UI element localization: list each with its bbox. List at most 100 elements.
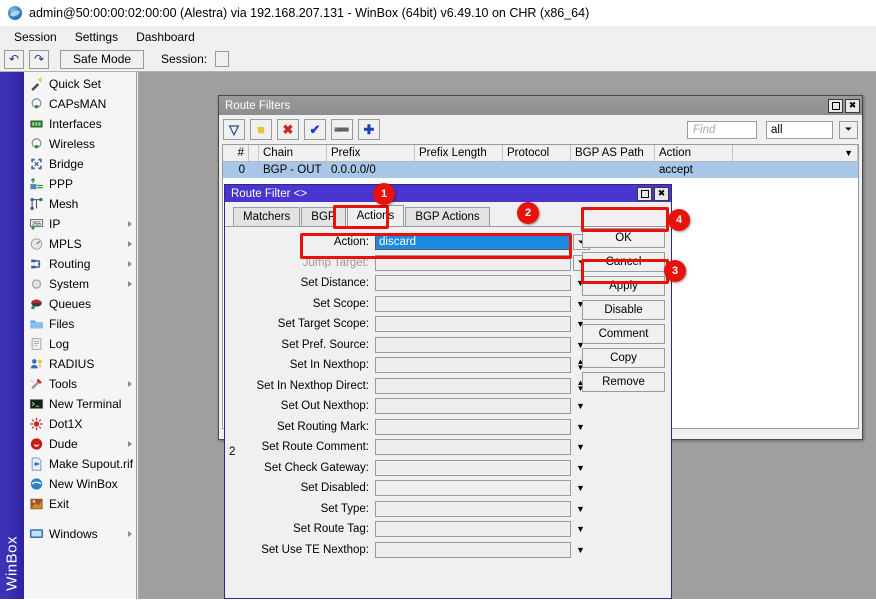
route-filters-titlebar[interactable]: Route Filters ✖ (219, 96, 862, 115)
chevron-down-icon[interactable]: ▼ (574, 439, 587, 455)
disable-button[interactable]: Disable (582, 300, 665, 320)
tab-bgp-actions[interactable]: BGP Actions (405, 207, 489, 226)
tab-actions[interactable]: Actions (347, 205, 405, 226)
close-icon[interactable]: ✖ (654, 187, 669, 201)
sidebar-item-tools[interactable]: Tools (24, 374, 136, 394)
input-set-scope[interactable] (375, 296, 571, 312)
remove-button[interactable]: ➖ (331, 119, 353, 140)
sidebar-item-queues[interactable]: Queues (24, 294, 136, 314)
chevron-down-icon[interactable]: ▼ (574, 480, 587, 496)
input-action[interactable]: discard (375, 234, 571, 250)
sidebar-item-capsman[interactable]: CAPsMAN (24, 94, 136, 114)
redo-icon[interactable]: ↷ (29, 50, 49, 69)
chevron-down-icon[interactable]: ▼ (574, 501, 587, 517)
windows-icon (29, 527, 44, 541)
input-set-in-nexthop[interactable] (375, 357, 571, 373)
comment-button[interactable]: Comment (582, 324, 665, 344)
close-icon[interactable]: ✖ (845, 99, 860, 113)
sidebar-item-windows[interactable]: Windows (24, 524, 136, 544)
menubar: Session Settings Dashboard (0, 26, 876, 47)
session-input[interactable] (215, 51, 229, 67)
sidebar-item-exit[interactable]: Exit (24, 494, 136, 514)
input-set-check-gateway[interactable] (375, 460, 571, 476)
sidebar-item-bridge[interactable]: Bridge (24, 154, 136, 174)
sidebar-item-mesh[interactable]: Mesh (24, 194, 136, 214)
chevron-down-icon[interactable]: ▼ (574, 521, 587, 537)
search-input[interactable]: Find (687, 121, 757, 139)
safe-mode-button[interactable]: Safe Mode (60, 50, 144, 69)
exit-icon (29, 497, 44, 511)
plus-icon: ✚ (364, 122, 375, 138)
cell-bgp-as-path (571, 162, 655, 178)
filter-select[interactable]: all (766, 121, 833, 139)
input-set-route-comment[interactable] (375, 439, 571, 455)
sidebar-item-dot1x[interactable]: Dot1X (24, 414, 136, 434)
input-jump-target[interactable] (375, 255, 571, 271)
sidebar-item-dude[interactable]: Dude (24, 434, 136, 454)
route-filter-dialog-titlebar[interactable]: Route Filter <> ✖ (225, 185, 671, 202)
input-set-use-te-nexthop[interactable] (375, 542, 571, 558)
chevron-down-icon[interactable]: ▼ (574, 542, 587, 558)
cancel-button[interactable]: Cancel (582, 252, 665, 272)
sidebar-item-new-winbox[interactable]: New WinBox (24, 474, 136, 494)
sidebar-item-wireless[interactable]: Wireless (24, 134, 136, 154)
apply-button[interactable]: Apply (582, 276, 665, 296)
menu-item-dashboard[interactable]: Dashboard (128, 28, 203, 46)
disable-button[interactable]: ✖ (277, 119, 299, 140)
tab-label: Matchers (243, 211, 290, 223)
comment-button[interactable]: ■ (250, 119, 272, 140)
sidebar-item-make-supout-rif[interactable]: Make Supout.rif (24, 454, 136, 474)
sidebar-item-quick-set[interactable]: Quick Set (24, 74, 136, 94)
input-set-pref-source[interactable] (375, 337, 571, 353)
maximize-icon[interactable] (828, 99, 843, 113)
column-header-chain[interactable]: Chain (259, 145, 327, 161)
input-set-routing-mark[interactable] (375, 419, 571, 435)
table-row[interactable]: 0 BGP - OUT 0.0.0.0/0 accept (223, 162, 858, 178)
input-set-type[interactable] (375, 501, 571, 517)
enable-button[interactable]: ✔ (304, 119, 326, 140)
sidebar-item-routing[interactable]: Routing (24, 254, 136, 274)
input-set-disabled[interactable] (375, 480, 571, 496)
column-menu-icon[interactable]: ▼ (733, 145, 858, 161)
filter-button[interactable]: ▽ (223, 119, 245, 140)
undo-icon[interactable]: ↶ (4, 50, 24, 69)
input-set-distance[interactable] (375, 275, 571, 291)
input-set-target-scope[interactable] (375, 316, 571, 332)
remove-button[interactable]: Remove (582, 372, 665, 392)
copy-button[interactable]: Copy (582, 348, 665, 368)
column-header-num[interactable]: # (223, 145, 249, 161)
sidebar-item-ppp[interactable]: PPP (24, 174, 136, 194)
chevron-down-icon[interactable]: ▼ (574, 398, 587, 414)
column-header-action[interactable]: Action (655, 145, 733, 161)
field-row-set-routing-mark: Set Routing Mark:▼ (225, 417, 671, 438)
column-header-prefix[interactable]: Prefix (327, 145, 415, 161)
tab-bgp[interactable]: BGP (301, 207, 345, 226)
sidebar-item-ip[interactable]: 255IP (24, 214, 136, 234)
chevron-down-icon[interactable]: ⏷ (839, 121, 858, 139)
ok-button[interactable]: OK (582, 228, 665, 248)
sidebar-item-new-terminal[interactable]: New Terminal (24, 394, 136, 414)
input-set-route-tag[interactable] (375, 521, 571, 537)
sidebar-item-mpls[interactable]: MPLS (24, 234, 136, 254)
sidebar-item-interfaces[interactable]: Interfaces (24, 114, 136, 134)
tab-matchers[interactable]: Matchers (233, 207, 300, 226)
sidebar-item-files[interactable]: Files (24, 314, 136, 334)
sidebar-item-radius[interactable]: RADIUS (24, 354, 136, 374)
label-set-target-scope: Set Target Scope: (225, 318, 375, 330)
input-set-out-nexthop[interactable] (375, 398, 571, 414)
menu-item-settings[interactable]: Settings (67, 28, 126, 46)
add-button[interactable]: ✚ (358, 119, 380, 140)
sidebar-item-log[interactable]: Log (24, 334, 136, 354)
button-label: Comment (599, 328, 649, 340)
column-header-bgp-as-path[interactable]: BGP AS Path (571, 145, 655, 161)
sidebar-item-system[interactable]: System (24, 274, 136, 294)
chevron-down-icon[interactable]: ▼ (574, 419, 587, 435)
column-header-protocol[interactable]: Protocol (503, 145, 571, 161)
sidebar-item-label: RADIUS (49, 357, 94, 371)
column-header-prefix-length[interactable]: Prefix Length (415, 145, 503, 161)
maximize-icon[interactable] (637, 187, 652, 201)
chevron-right-icon (128, 441, 132, 447)
chevron-down-icon[interactable]: ▼ (574, 460, 587, 476)
menu-item-session[interactable]: Session (6, 28, 65, 46)
input-set-in-nexthop-direct[interactable] (375, 378, 571, 394)
